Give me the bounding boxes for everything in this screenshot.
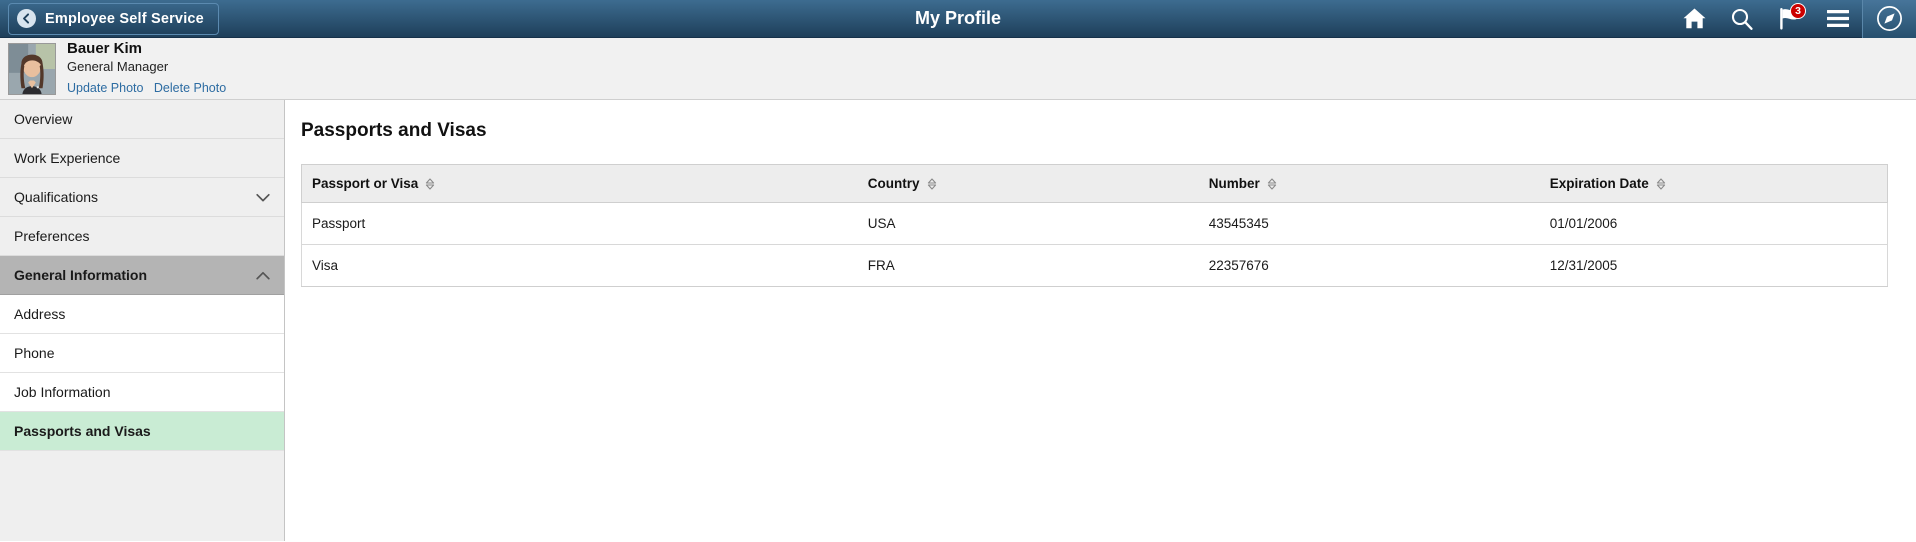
cell-number: 22357676 — [1200, 244, 1542, 287]
profile-summary-bar: Bauer Kim General Manager Update Photo D… — [0, 38, 1916, 100]
table-row[interactable]: Passport USA 43545345 01/01/2006 — [300, 202, 1888, 245]
sort-diamond-icon[interactable] — [425, 177, 435, 190]
sidebar-item-label: Overview — [14, 111, 73, 127]
table-row[interactable]: Visa FRA 22357676 12/31/2005 — [300, 244, 1888, 287]
hamburger-menu-icon[interactable] — [1814, 0, 1862, 38]
sidebar-item-label: General Information — [14, 267, 148, 283]
profile-photo-actions: Update Photo Delete Photo — [67, 78, 226, 98]
sort-toggle[interactable]: Country — [868, 176, 937, 191]
sidebar-item-label: Job Information — [14, 384, 111, 400]
sidebar-item-label: Passports and Visas — [14, 423, 151, 439]
sidebar-item-label: Qualifications — [14, 189, 99, 205]
column-header-label: Number — [1208, 176, 1260, 191]
column-header-expiration-date: Expiration Date — [1541, 164, 1888, 203]
content-area: Overview Work Experience Qualifications Pre… — [0, 100, 1916, 541]
sort-diamond-icon[interactable] — [927, 177, 937, 190]
column-header-passport-or-visa: Passport or Visa — [300, 164, 860, 203]
sidebar-item-label: Address — [14, 306, 66, 322]
sort-toggle[interactable]: Passport or Visa — [312, 176, 435, 191]
profile-job-title: General Manager — [67, 59, 169, 75]
nav-assistant-compass-icon[interactable] — [1862, 0, 1916, 38]
cell-number: 43545345 — [1200, 202, 1542, 245]
profile-name: Bauer Kim — [67, 39, 143, 57]
sidebar-item-label: Phone — [14, 345, 55, 361]
app-header: Employee Self Service My Profile 3 — [0, 0, 1916, 38]
column-header-label: Expiration Date — [1549, 176, 1649, 191]
main-panel: Passports and Visas Passport or Visa Coun… — [285, 100, 1916, 541]
sidebar-empty-space — [0, 451, 284, 541]
sort-toggle[interactable]: Expiration Date — [1550, 176, 1666, 191]
sort-diamond-icon[interactable] — [1267, 177, 1277, 190]
sidebar-item-preferences[interactable]: Preferences — [0, 217, 284, 256]
column-header-label: Country — [867, 176, 920, 191]
passports-and-visas-table: Passport or Visa Country Number Expiration … — [300, 164, 1888, 287]
sidebar-item-general-information[interactable]: General Information — [0, 256, 284, 295]
update-photo-link[interactable]: Update Photo — [67, 81, 143, 95]
sidebar-item-qualifications[interactable]: Qualifications — [0, 178, 284, 217]
table-header-row: Passport or Visa Country Number Expiration … — [300, 164, 1888, 203]
notification-count-badge: 3 — [1790, 2, 1806, 19]
table-body: Passport USA 43545345 01/01/2006 Visa FRA 2235… — [300, 202, 1888, 287]
profile-sidebar-nav: Overview Work Experience Qualifications Pre… — [0, 100, 285, 541]
page-title: Passports and Visas — [301, 120, 487, 141]
cell-passport-or-visa: Passport — [300, 202, 860, 245]
sidebar-item-work-experience[interactable]: Work Experience — [0, 139, 284, 178]
delete-photo-link[interactable]: Delete Photo — [154, 81, 226, 95]
back-to-employee-self-service-button[interactable]: Employee Self Service — [8, 2, 219, 35]
column-header-label: Passport or Visa — [312, 176, 419, 191]
home-icon[interactable] — [1670, 0, 1718, 38]
chevron-left-icon — [17, 9, 36, 28]
avatar — [8, 42, 56, 95]
sidebar-item-label: Preferences — [14, 228, 90, 244]
sidebar-item-list: Overview Work Experience Qualifications Pre… — [0, 100, 284, 451]
sidebar-item-overview[interactable]: Overview — [0, 100, 284, 139]
notifications-flag-icon[interactable]: 3 — [1766, 0, 1814, 38]
cell-country: USA — [859, 202, 1201, 245]
sidebar-item-address[interactable]: Address — [0, 295, 284, 334]
column-header-country: Country — [859, 164, 1201, 203]
sidebar-item-phone[interactable]: Phone — [0, 334, 284, 373]
cell-expiration-date: 12/31/2005 — [1541, 244, 1888, 287]
cell-country: FRA — [859, 244, 1201, 287]
sidebar-item-passports-and-visas[interactable]: Passports and Visas — [0, 412, 284, 451]
search-icon[interactable] — [1718, 0, 1766, 38]
cell-expiration-date: 01/01/2006 — [1541, 202, 1888, 245]
page-header-title: My Profile — [914, 8, 1002, 28]
back-button-label: Employee Self Service — [45, 10, 204, 27]
sort-diamond-icon[interactable] — [1656, 177, 1666, 190]
sort-toggle[interactable]: Number — [1209, 176, 1277, 191]
header-icon-group: 3 — [1670, 0, 1916, 38]
sidebar-item-job-information[interactable]: Job Information — [0, 373, 284, 412]
cell-passport-or-visa: Visa — [300, 244, 860, 287]
chevron-up-icon[interactable] — [256, 271, 270, 280]
chevron-down-icon[interactable] — [256, 193, 270, 202]
column-header-number: Number — [1200, 164, 1542, 203]
sidebar-item-label: Work Experience — [14, 150, 121, 166]
